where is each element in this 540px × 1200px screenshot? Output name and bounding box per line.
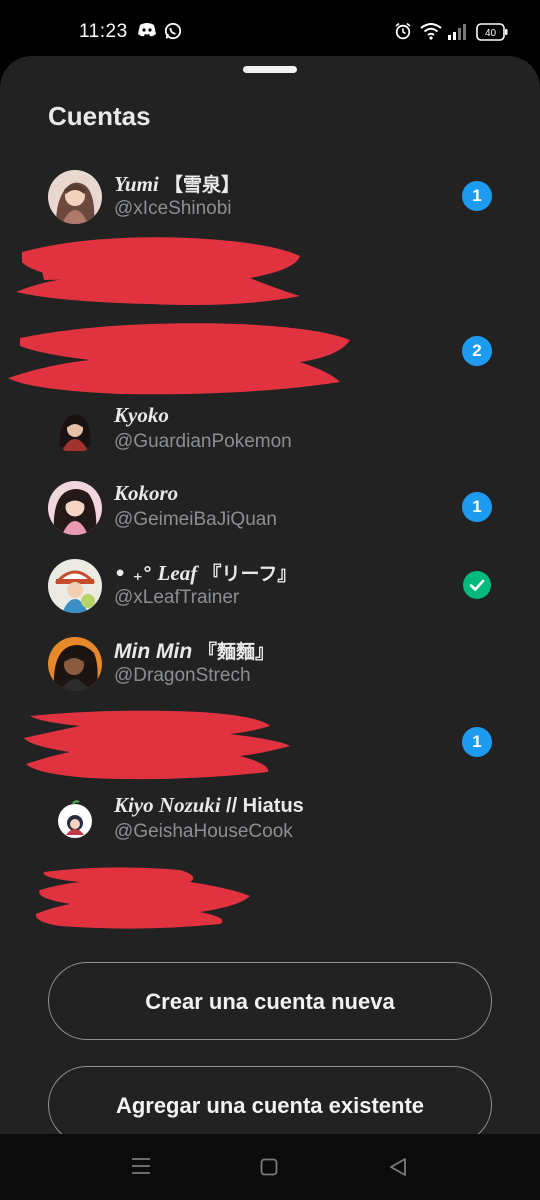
accounts-sheet: Cuentas Yumi 【雪泉】 @xIceShinobi 1 2 Kyoko… — [0, 56, 540, 1134]
active-account-check-icon — [463, 571, 491, 599]
navigation-bar — [0, 1134, 540, 1200]
notification-badge: 1 — [462, 492, 492, 522]
avatar — [48, 559, 102, 613]
account-name: Kokoro — [114, 481, 179, 505]
account-row-leaf[interactable]: • ₊° Leaf 『リーフ』 @xLeafTrainer — [0, 547, 540, 623]
redacted-scribble — [8, 237, 350, 395]
account-row-kyoko[interactable]: Kyoko @GuardianPokemon — [0, 391, 540, 467]
redacted-scribble — [35, 867, 250, 929]
notification-badge: 1 — [462, 727, 492, 757]
account-row-min-min[interactable]: Min Min 『麵麵』 @DragonStrech — [0, 625, 540, 701]
account-handle: @GuardianPokemon — [114, 431, 292, 452]
discord-icon — [137, 22, 157, 43]
avatar — [48, 637, 102, 691]
menu-icon[interactable] — [131, 1157, 151, 1180]
account-row-kiyo-nozuki[interactable]: Kiyo Nozuki // Hiatus @GeishaHouseCook — [0, 781, 540, 857]
alarm-icon — [394, 22, 412, 45]
status-bar: 11:23 40 — [0, 0, 540, 56]
battery-level: 40 — [485, 28, 497, 39]
account-name: Kyoko — [114, 403, 169, 427]
home-icon[interactable] — [260, 1158, 278, 1181]
back-icon[interactable] — [389, 1157, 407, 1182]
battery-icon: 40 — [476, 23, 508, 46]
account-row-kokoro[interactable]: Kokoro @GeimeiBaJiQuan 1 — [0, 469, 540, 545]
wifi-icon — [420, 22, 442, 45]
create-account-button[interactable]: Crear una cuenta nueva — [48, 962, 492, 1040]
add-existing-account-button[interactable]: Agregar una cuenta existente — [48, 1066, 492, 1134]
account-name: Min Min 『麵麵』 — [114, 640, 275, 663]
signal-icon — [448, 24, 468, 45]
whatsapp-icon — [164, 22, 182, 45]
account-name: • ₊° Leaf 『リーフ』 — [114, 561, 297, 585]
status-time: 11:23 — [79, 21, 128, 42]
notification-badge: 2 — [462, 336, 492, 366]
avatar — [52, 407, 98, 453]
avatar — [48, 481, 102, 535]
account-handle: @GeishaHouseCook — [114, 821, 293, 842]
account-name: Kiyo Nozuki // Hiatus — [114, 793, 304, 817]
account-handle: @DragonStrech — [114, 665, 251, 686]
avatar — [52, 797, 98, 843]
redacted-scribble — [24, 710, 290, 780]
account-handle: @xLeafTrainer — [114, 587, 240, 608]
account-handle: @GeimeiBaJiQuan — [114, 509, 277, 530]
